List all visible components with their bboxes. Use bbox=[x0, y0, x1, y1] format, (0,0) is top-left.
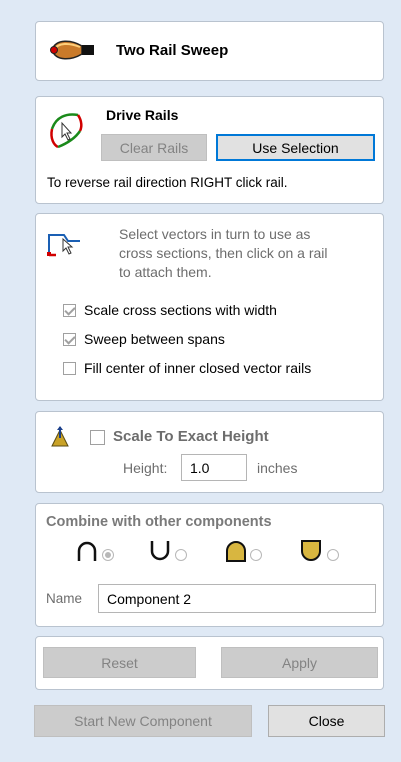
instruction-line-2: cross sections, then click on a rail bbox=[119, 245, 328, 261]
u-filled-icon[interactable] bbox=[300, 540, 322, 562]
height-icon bbox=[51, 426, 69, 447]
combine-mode-radio-1[interactable] bbox=[102, 549, 114, 561]
instruction-line-1: Select vectors in turn to use as bbox=[119, 226, 311, 242]
component-name-input[interactable]: Component 2 bbox=[98, 584, 376, 613]
combine-mode-radio-3[interactable] bbox=[250, 549, 262, 561]
combine-mode-radio-4[interactable] bbox=[327, 549, 339, 561]
fill-center-checkbox[interactable] bbox=[63, 362, 76, 375]
reset-button[interactable]: Reset bbox=[43, 647, 196, 678]
sweep-between-spans-checkbox[interactable] bbox=[63, 333, 76, 346]
name-label: Name bbox=[46, 591, 83, 606]
scale-with-width-label: Scale cross sections with width bbox=[84, 302, 277, 318]
drive-rails-panel: Drive Rails Clear Rails Use Selection To… bbox=[35, 96, 384, 204]
scale-exact-height-checkbox[interactable] bbox=[90, 430, 105, 445]
height-input[interactable]: 1.0 bbox=[181, 454, 247, 481]
scale-panel: Scale To Exact Height Height: 1.0 inches bbox=[35, 411, 384, 493]
drive-rails-title: Drive Rails bbox=[106, 107, 179, 123]
sweep-between-spans-label: Sweep between spans bbox=[84, 331, 225, 347]
two-rail-sweep-icon bbox=[50, 40, 94, 60]
cross-section-select-icon bbox=[47, 234, 80, 257]
scale-exact-height-label: Scale To Exact Height bbox=[113, 428, 269, 445]
cross-sections-panel: Select vectors in turn to use as cross s… bbox=[35, 213, 384, 401]
reverse-rail-hint: To reverse rail direction RIGHT click ra… bbox=[47, 175, 288, 190]
scale-with-width-checkbox[interactable] bbox=[63, 304, 76, 317]
instruction-line-3: to attach them. bbox=[119, 264, 212, 280]
height-label: Height: bbox=[123, 460, 168, 476]
start-new-component-button[interactable]: Start New Component bbox=[34, 705, 252, 737]
page-title: Two Rail Sweep bbox=[116, 42, 229, 59]
arch-outline-icon[interactable] bbox=[76, 540, 98, 562]
arch-filled-icon[interactable] bbox=[225, 540, 247, 562]
drive-rails-icon bbox=[50, 113, 83, 149]
close-button[interactable]: Close bbox=[268, 705, 385, 737]
height-unit-label: inches bbox=[257, 460, 298, 476]
use-selection-button[interactable]: Use Selection bbox=[216, 134, 375, 161]
clear-rails-button[interactable]: Clear Rails bbox=[101, 134, 207, 161]
apply-button[interactable]: Apply bbox=[221, 647, 378, 678]
combine-mode-radio-2[interactable] bbox=[175, 549, 187, 561]
u-outline-icon[interactable] bbox=[149, 540, 171, 562]
fill-center-label: Fill center of inner closed vector rails bbox=[84, 360, 312, 376]
combine-panel: Combine with other components Name Compo… bbox=[35, 503, 384, 627]
actions-panel: Reset Apply bbox=[35, 636, 384, 690]
header-panel: Two Rail Sweep bbox=[35, 21, 384, 81]
combine-title: Combine with other components bbox=[46, 514, 272, 530]
